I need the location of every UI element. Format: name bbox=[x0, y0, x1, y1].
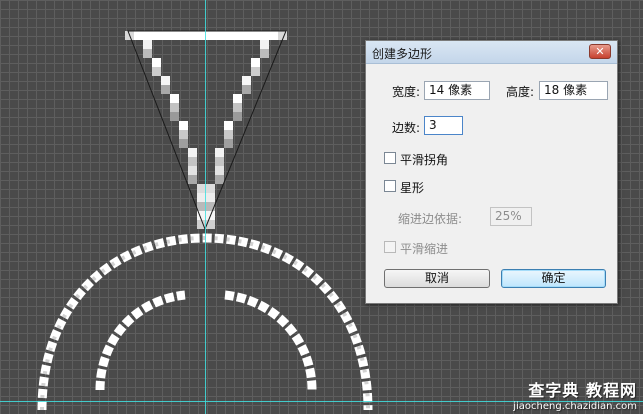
vertical-guide bbox=[205, 0, 206, 414]
inner-right-arc bbox=[224, 290, 317, 391]
width-field[interactable]: 14 像素 bbox=[424, 81, 490, 100]
create-polygon-dialog: 创建多边形 ✕ 宽度: 14 像素 高度: 18 像素 边数: 3 平滑拐角 星… bbox=[365, 40, 618, 304]
height-field[interactable]: 18 像素 bbox=[539, 81, 608, 100]
ok-button[interactable]: 确定 bbox=[501, 269, 606, 288]
width-label: 宽度: bbox=[392, 85, 421, 99]
smooth-corners-label[interactable]: 平滑拐角 bbox=[400, 151, 448, 168]
close-button[interactable]: ✕ bbox=[589, 44, 611, 59]
sides-label: 边数: bbox=[392, 121, 421, 135]
inner-left-arc bbox=[95, 290, 186, 391]
indent-field[interactable]: 25% bbox=[490, 207, 532, 226]
close-icon: ✕ bbox=[595, 45, 605, 58]
height-label: 高度: bbox=[506, 85, 535, 99]
smooth-corners-checkbox[interactable] bbox=[384, 152, 396, 164]
dialog-titlebar[interactable]: 创建多边形 ✕ bbox=[366, 41, 617, 64]
sides-field[interactable]: 3 bbox=[424, 116, 463, 135]
dialog-title: 创建多边形 bbox=[372, 47, 433, 61]
star-checkbox[interactable] bbox=[384, 180, 396, 192]
watermark: 查字典 教程网 jiaocheng.chazidian.com bbox=[513, 377, 637, 412]
star-label[interactable]: 星形 bbox=[400, 179, 424, 196]
indent-label: 缩进边依据: bbox=[398, 212, 463, 226]
cancel-button[interactable]: 取消 bbox=[384, 269, 490, 288]
smooth-indents-label: 平滑缩进 bbox=[400, 242, 449, 256]
watermark-url: jiaocheng.chazidian.com bbox=[513, 401, 637, 412]
watermark-main: 查字典 教程网 bbox=[528, 381, 637, 400]
triangle-top-edge bbox=[134, 31, 278, 40]
smooth-indents-checkbox[interactable] bbox=[384, 241, 396, 253]
